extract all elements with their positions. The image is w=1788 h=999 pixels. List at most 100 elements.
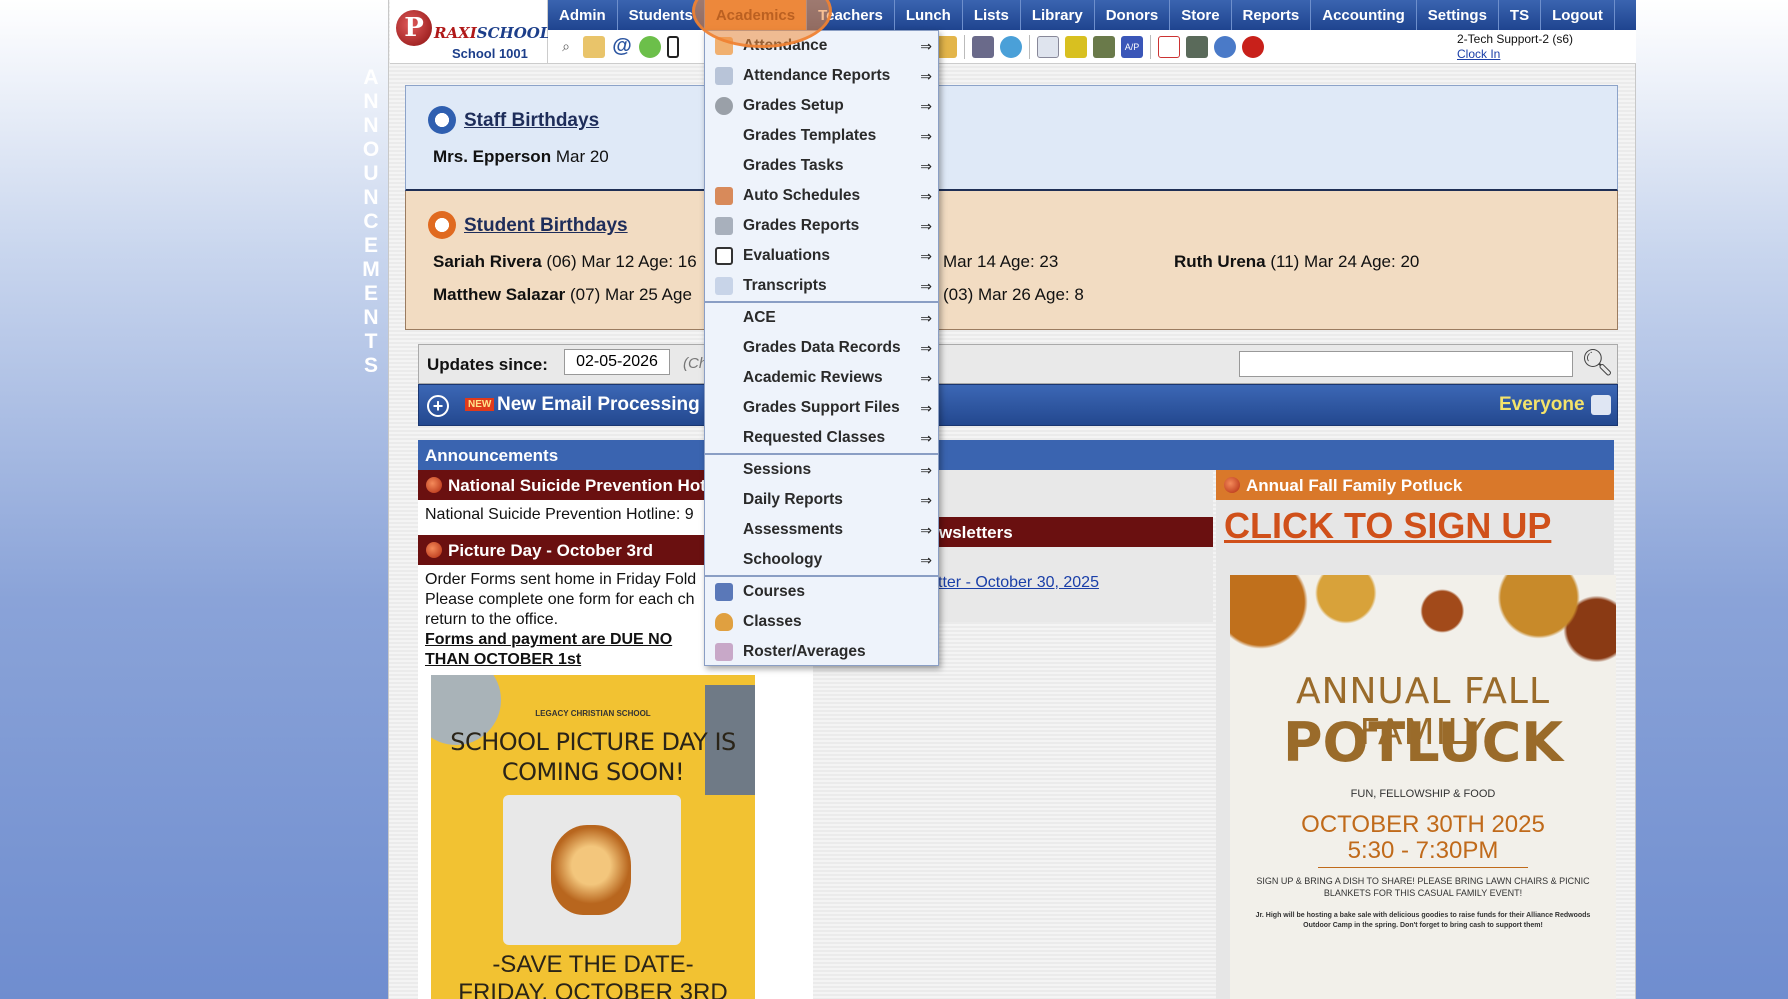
people-icon[interactable] (972, 35, 994, 58)
nav-settings[interactable]: Settings (1417, 0, 1499, 30)
flyer-save-line: FRIDAY, OCTOBER 3RD (458, 979, 728, 999)
birthday-detail: Mar 14 Age: 23 (943, 252, 1059, 271)
nav-lists[interactable]: Lists (963, 0, 1021, 30)
printer-icon[interactable] (1093, 35, 1115, 58)
scroll-icon (715, 277, 733, 295)
calendar-icon[interactable] (583, 35, 605, 58)
menu-item-daily-reports[interactable]: Daily Reports ⇒ (705, 485, 938, 515)
menu-item-label: Sessions (743, 461, 812, 478)
email-at-icon[interactable]: @ (611, 35, 633, 58)
flyer-headline: SCHOOL PICTURE DAY IS COMING SOON! (431, 727, 755, 787)
menu-item-transcripts[interactable]: Transcripts ⇒ (705, 271, 938, 301)
clock-in-link[interactable]: Clock In (1457, 47, 1573, 62)
potluck-time: 5:30 - 7:30PM (1347, 837, 1499, 864)
email-processing-bar[interactable]: + NEW New Email Processing Everyone (418, 384, 1618, 426)
help-icon[interactable] (1214, 35, 1236, 58)
toolbar-separator (1150, 34, 1151, 59)
menu-item-attendance-reports[interactable]: Attendance Reports ⇒ (705, 61, 938, 91)
nav-donors[interactable]: Donors (1095, 0, 1171, 30)
letter: N (363, 306, 379, 329)
praxischool-logo[interactable]: P RAXISCHOOL School 1001 (390, 0, 550, 64)
user-name: 2-Tech Support-2 (s6) (1457, 32, 1574, 46)
submenu-arrow-icon: ⇒ (920, 369, 932, 386)
roster-icon (715, 643, 733, 661)
announcement-title-text: National Suicide Prevention Hotli (448, 476, 716, 495)
menu-item-courses[interactable]: Courses (705, 577, 938, 607)
search-input[interactable] (1239, 351, 1573, 377)
menu-item-label: Evaluations (743, 247, 830, 264)
audience-label[interactable]: Everyone (1499, 394, 1585, 416)
menu-item-roster-averages[interactable]: Roster/Averages (705, 637, 938, 667)
pdf-icon[interactable] (1158, 35, 1180, 58)
nav-logout[interactable]: Logout (1541, 0, 1615, 30)
menu-item-label: Classes (743, 613, 802, 630)
student-birthday-entry: Ruth Urena (11) Mar 24 Age: 20 (1174, 252, 1419, 272)
nav-reports[interactable]: Reports (1232, 0, 1312, 30)
ap-icon[interactable]: A/P (1121, 35, 1143, 58)
letter: U (363, 162, 379, 185)
menu-item-academic-reviews[interactable]: Academic Reviews ⇒ (705, 363, 938, 393)
nav-accounting[interactable]: Accounting (1311, 0, 1417, 30)
nav-store[interactable]: Store (1170, 0, 1232, 30)
menu-item-label: Auto Schedules (743, 187, 861, 204)
nav-students[interactable]: Students (618, 0, 705, 30)
menu-item-grades-tasks[interactable]: Grades Tasks ⇒ (705, 151, 938, 181)
menu-item-ace[interactable]: ACE ⇒ (705, 303, 938, 333)
printer-icon (715, 217, 733, 235)
student-birthdays-title[interactable]: Student Birthdays (464, 215, 628, 237)
nav-admin[interactable]: Admin (548, 0, 618, 30)
click-to-sign-up-link[interactable]: CLICK TO SIGN UP (1224, 505, 1551, 547)
expand-plus-icon[interactable]: + (427, 395, 449, 417)
card-icon[interactable] (1065, 35, 1087, 58)
nav-teachers[interactable]: Teachers (807, 0, 895, 30)
staff-birthdays-title[interactable]: Staff Birthdays (464, 110, 599, 132)
phone-icon[interactable] (667, 35, 679, 58)
toolbar-separator (1029, 34, 1030, 59)
picture-day-flyer: LEGACY CHRISTIAN SCHOOL SCHOOL PICTURE D… (431, 675, 755, 999)
announcements-vertical-label[interactable]: A N N O U N C E M E N T S (360, 66, 382, 378)
menu-item-classes[interactable]: Classes (705, 607, 938, 637)
search-icon[interactable]: 🔍︎ (1581, 347, 1614, 379)
menu-item-attendance[interactable]: Attendance ⇒ (705, 31, 938, 61)
menu-item-grades-templates[interactable]: Grades Templates ⇒ (705, 121, 938, 151)
birthday-name: Ruth Urena (1174, 252, 1266, 271)
staff-birthday-entry: Mrs. Epperson Mar 20 (433, 147, 609, 167)
stack-icon[interactable] (1186, 35, 1208, 58)
announcement-title-potluck[interactable]: Annual Fall Family Potluck (1216, 470, 1614, 500)
chat-icon[interactable] (639, 35, 661, 58)
power-icon[interactable] (1242, 35, 1264, 58)
menu-item-requested-classes[interactable]: Requested Classes ⇒ (705, 423, 938, 453)
menu-item-schoology[interactable]: Schoology ⇒ (705, 545, 938, 575)
letter: M (362, 258, 380, 281)
menu-item-grades-reports[interactable]: Grades Reports ⇒ (705, 211, 938, 241)
letter: A (363, 66, 379, 89)
menu-item-label: Attendance Reports (743, 67, 891, 84)
menu-item-evaluations[interactable]: Evaluations ⇒ (705, 241, 938, 271)
email-processing-title[interactable]: New Email Processing (497, 394, 700, 416)
checkbox-icon (715, 247, 733, 265)
submenu-arrow-icon: ⇒ (920, 217, 932, 234)
nav-lunch[interactable]: Lunch (895, 0, 963, 30)
printer-icon[interactable] (1591, 395, 1611, 415)
nav-academics[interactable]: Academics (704, 0, 808, 30)
person-icon (715, 613, 733, 631)
menu-item-auto-schedules[interactable]: Auto Schedules ⇒ (705, 181, 938, 211)
cake-icon (428, 211, 456, 239)
updates-date-input[interactable] (564, 349, 670, 375)
menu-item-grades-data-records[interactable]: Grades Data Records ⇒ (705, 333, 938, 363)
nav-library[interactable]: Library (1021, 0, 1095, 30)
magnifier-icon[interactable]: ⌕ (555, 36, 577, 58)
menu-item-label: Grades Setup (743, 97, 844, 114)
nav-ts[interactable]: TS (1499, 0, 1542, 30)
document-icon[interactable] (1037, 35, 1059, 58)
menu-item-assessments[interactable]: Assessments ⇒ (705, 515, 938, 545)
menu-item-grades-support-files[interactable]: Grades Support Files ⇒ (705, 393, 938, 423)
menu-item-sessions[interactable]: Sessions ⇒ (705, 455, 938, 485)
announcement-title-text: Annual Fall Family Potluck (1246, 476, 1463, 495)
menu-item-grades-setup[interactable]: Grades Setup ⇒ (705, 91, 938, 121)
newsletter-link[interactable]: tter - October 30, 2025 (938, 573, 1099, 593)
submenu-arrow-icon: ⇒ (920, 551, 932, 568)
clock-icon[interactable] (1000, 35, 1022, 58)
birthday-name: Mrs. Epperson (433, 147, 552, 166)
submenu-arrow-icon: ⇒ (920, 461, 932, 478)
